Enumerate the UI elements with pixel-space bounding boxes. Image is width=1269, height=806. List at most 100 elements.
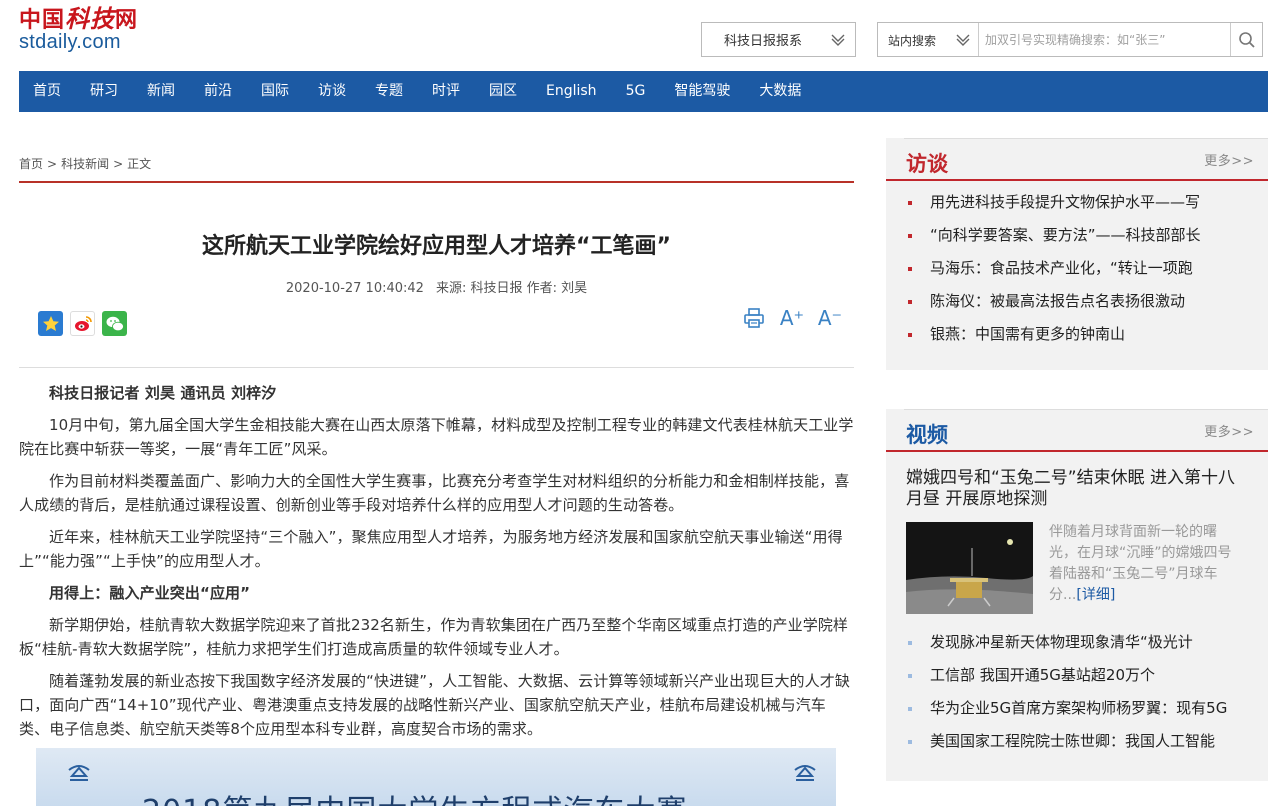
videos-list: 发现脉冲星新天体物理现象清华“极光计 工信部 我国开通5G基站超20万个 华为企… — [886, 626, 1268, 758]
bullet — [908, 300, 912, 304]
site-logo[interactable]: 中国科技网 stdaily.com — [19, 4, 149, 53]
nav-english[interactable]: English — [546, 71, 597, 112]
share-weibo-button[interactable] — [70, 311, 95, 336]
search-scope-select[interactable]: 站内搜索 — [878, 23, 979, 56]
event-logo-icon — [68, 765, 90, 781]
logo-text-c: 网 — [115, 7, 139, 33]
featured-video-detail-link[interactable]: [详细] — [1076, 587, 1115, 603]
nav-home[interactable]: 首页 — [33, 71, 61, 112]
main-nav: 首页 研习 新闻 前沿 国际 访谈 专题 时评 园区 English 5G 智能… — [19, 71, 1268, 112]
article-body: 科技日报记者 刘昊 通讯员 刘梓汐 10月中旬，第九届全国大学生金相技能大赛在山… — [19, 381, 854, 749]
printer-icon — [744, 308, 764, 328]
list-item-text: 发现脉冲星新天体物理现象清华“极光计 — [930, 633, 1193, 651]
list-item[interactable]: 美国国家工程院院士陈世卿：我国人工智能 — [886, 725, 1268, 758]
logo-text-b: 科技 — [65, 4, 116, 33]
article-paragraph: 随着蓬勃发展的新业态按下我国数字经济发展的“快进键”，人工智能、大数据、云计算等… — [19, 672, 850, 738]
breadcrumb-home[interactable]: 首页 — [19, 157, 43, 171]
nav-commentary[interactable]: 时评 — [432, 71, 460, 112]
newspaper-select-value: 科技日报报系 — [724, 34, 803, 49]
featured-video-title[interactable]: 嫦娥四号和“玉兔二号”结束休眠 进入第十八月昼 开展原地探测 — [886, 452, 1268, 510]
article-byline: 科技日报记者 刘昊 通讯员 刘梓汐 — [49, 384, 277, 402]
list-item[interactable]: 发现脉冲星新天体物理现象清华“极光计 — [886, 626, 1268, 659]
print-button[interactable] — [742, 306, 766, 330]
bullet — [908, 267, 912, 271]
chevron-down-icon — [831, 34, 845, 46]
list-item-text: 美国国家工程院院士陈世卿：我国人工智能 — [930, 732, 1216, 750]
bullet — [908, 674, 912, 678]
breadcrumb-sep: > — [113, 157, 124, 171]
font-increase-button[interactable]: A⁺ — [780, 306, 804, 330]
list-item-text: 工信部 我国开通5G基站超20万个 — [930, 666, 1156, 684]
share-bar — [38, 311, 127, 336]
search-button[interactable] — [1230, 23, 1262, 56]
video-thumbnail[interactable] — [906, 522, 1033, 614]
breadcrumb-divider — [19, 181, 854, 183]
weibo-icon — [74, 315, 92, 331]
videos-header: 视频 更多>> — [886, 409, 1268, 452]
nav-study[interactable]: 研习 — [90, 71, 118, 112]
article-meta: 2020-10-27 10:40:42 来源: 科技日报 作者: 刘昊 — [19, 277, 854, 296]
nav-topics[interactable]: 专题 — [375, 71, 403, 112]
breadcrumb-sep: > — [47, 157, 58, 171]
article-paragraph: 10月中旬，第九届全国大学生金相技能大赛在山西太原落下帷幕，材料成型及控制工程专… — [19, 416, 854, 458]
search-input[interactable] — [985, 23, 1230, 56]
featured-video-description: 伴随着月球背面新一轮的曙光，在月球“沉睡”的嫦娥四号着陆器和“玉兔二号”月球车分… — [1049, 522, 1241, 606]
logo-text-a: 中国 — [19, 7, 66, 33]
share-wechat-button[interactable] — [102, 311, 127, 336]
star-icon — [42, 315, 59, 331]
list-item[interactable]: 陈海仪：被最高法报告点名表扬很激动 — [886, 285, 1268, 318]
nav-5g[interactable]: 5G — [626, 71, 646, 112]
list-item[interactable]: “向科学要答案、要方法”——科技部部长 — [886, 219, 1268, 252]
videos-panel: 视频 更多>> 嫦娥四号和“玉兔二号”结束休眠 进入第十八月昼 开展原地探测 伴… — [886, 409, 1268, 781]
list-item-text: “向科学要答案、要方法”——科技部部长 — [930, 226, 1201, 244]
nav-smart-driving[interactable]: 智能驾驶 — [674, 71, 730, 112]
article-header-divider — [19, 367, 854, 368]
nav-frontier[interactable]: 前沿 — [204, 71, 232, 112]
interviews-more-link[interactable]: 更多>> — [1204, 150, 1254, 169]
bullet — [908, 234, 912, 238]
list-item-text: 华为企业5G首席方案架构师杨罗翼：现有5G — [930, 699, 1228, 717]
article-datetime: 2020-10-27 10:40:42 — [285, 281, 424, 296]
share-qzone-button[interactable] — [38, 311, 63, 336]
site-search: 站内搜索 — [877, 22, 1263, 57]
featured-video: 伴随着月球背面新一轮的曙光，在月球“沉睡”的嫦娥四号着陆器和“玉兔二号”月球车分… — [886, 522, 1268, 626]
interviews-panel: 访谈 更多>> 用先进科技手段提升文物保护水平——写 “向科学要答案、要方法”—… — [886, 138, 1268, 370]
nav-interviews[interactable]: 访谈 — [318, 71, 346, 112]
font-decrease-button[interactable]: A⁻ — [818, 306, 842, 330]
list-item[interactable]: 用先进科技手段提升文物保护水平——写 — [886, 186, 1268, 219]
list-item[interactable]: 华为企业5G首席方案架构师杨罗翼：现有5G — [886, 692, 1268, 725]
font-increase-icon: A⁺ — [779, 306, 805, 330]
logo-domain: stdaily.com — [19, 31, 121, 53]
list-item[interactable]: 马海乐：食品技术产业化，“转让一项跑 — [886, 252, 1268, 285]
article-title: 这所航天工业学院绘好应用型人才培养“工笔画” — [202, 234, 671, 259]
article-source: 来源: 科技日报 作者: 刘昊 — [435, 281, 588, 296]
breadcrumb-section[interactable]: 科技新闻 — [61, 157, 109, 171]
bullet — [908, 641, 912, 645]
interviews-heading: 访谈 — [906, 152, 948, 176]
chevron-down-icon — [956, 34, 970, 46]
event-logo-icon — [794, 765, 816, 781]
article-subheading: 用得上：融入产业突出“应用” — [49, 584, 251, 602]
list-item-text: 马海乐：食品技术产业化，“转让一项跑 — [930, 259, 1193, 277]
article-paragraph: 近年来，桂林航天工业学院坚持“三个融入”，聚焦应用型人才培养，为服务地方经济发展… — [19, 528, 843, 570]
nav-news[interactable]: 新闻 — [147, 71, 175, 112]
interviews-header: 访谈 更多>> — [886, 138, 1268, 181]
article-paragraph: 作为目前材料类覆盖面广、影响力大的全国性大学生赛事，比赛充分考查学生对材料组织的… — [19, 472, 850, 514]
article-image: 2018第九届中国大学生方程式汽车大赛 — [36, 748, 836, 806]
interviews-list: 用先进科技手段提升文物保护水平——写 “向科学要答案、要方法”——科技部部长 马… — [886, 181, 1268, 351]
search-scope-label: 站内搜索 — [888, 34, 937, 48]
nav-international[interactable]: 国际 — [261, 71, 289, 112]
list-item[interactable]: 工信部 我国开通5G基站超20万个 — [886, 659, 1268, 692]
font-decrease-icon: A⁻ — [817, 306, 843, 330]
nav-parks[interactable]: 园区 — [489, 71, 517, 112]
wechat-icon — [106, 316, 124, 331]
article-paragraph: 新学期伊始，桂航青软大数据学院迎来了首批232名新生，作为青软集团在广西乃至整个… — [19, 616, 849, 658]
videos-more-link[interactable]: 更多>> — [1204, 421, 1254, 440]
newspaper-select[interactable]: 科技日报报系 — [701, 22, 856, 57]
search-icon — [1238, 31, 1255, 48]
bullet — [908, 707, 912, 711]
article-image-caption: 2018第九届中国大学生方程式汽车大赛 — [142, 786, 687, 806]
breadcrumb: 首页 > 科技新闻 > 正文 — [19, 155, 151, 172]
nav-big-data[interactable]: 大数据 — [759, 71, 801, 112]
list-item[interactable]: 银燕：中国需有更多的钟南山 — [886, 318, 1268, 351]
